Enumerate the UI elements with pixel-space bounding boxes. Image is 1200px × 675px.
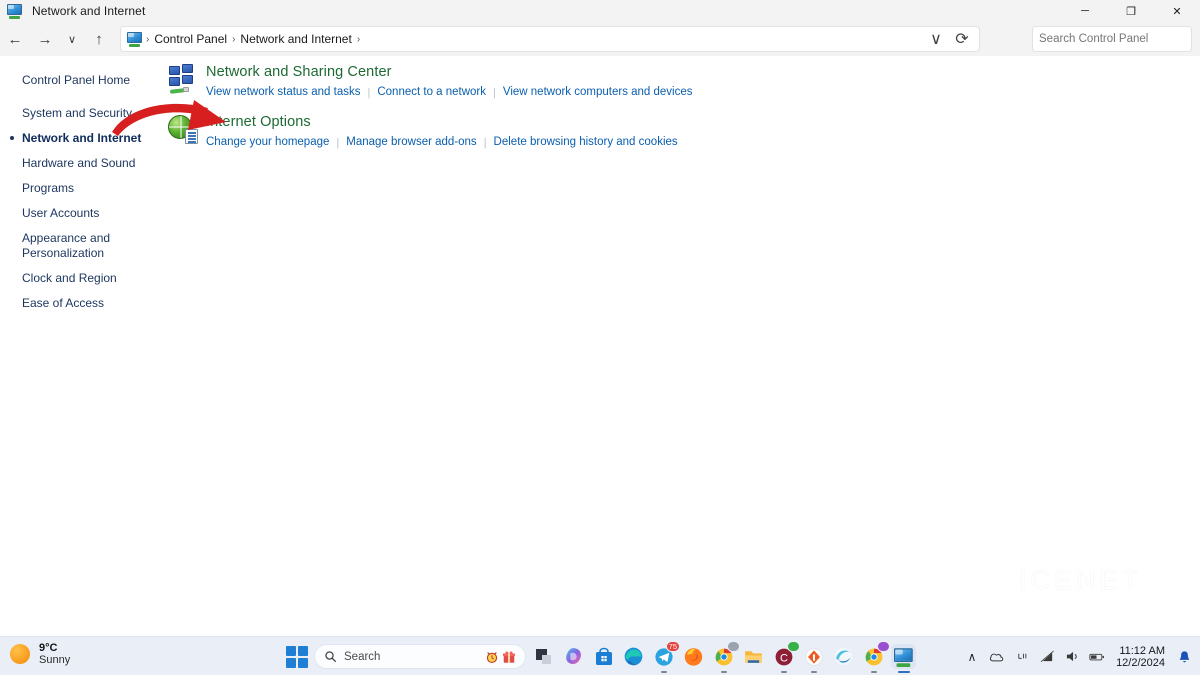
network-icon[interactable] bbox=[1039, 649, 1055, 665]
link-delete-browsing-history-and-cookies[interactable]: Delete browsing history and cookies bbox=[494, 135, 678, 150]
navigation-bar: ← → ∨ ↑ › Control Panel › Network and In… bbox=[0, 22, 1200, 56]
breadcrumb-item-control-panel[interactable]: Control Panel bbox=[150, 28, 231, 50]
clock-time: 11:12 AM bbox=[1116, 645, 1165, 657]
close-button[interactable]: ✕ bbox=[1154, 0, 1200, 22]
telegram-badge: 75 bbox=[666, 641, 680, 652]
alarm-clock-icon[interactable] bbox=[485, 650, 499, 664]
link-separator: | bbox=[477, 137, 494, 149]
search-icon bbox=[324, 650, 337, 663]
sidebar-item-control-panel-home[interactable]: Control Panel Home bbox=[0, 68, 165, 93]
sidebar-item-system-and-security[interactable]: System and Security bbox=[0, 101, 165, 126]
breadcrumb-control-panel-icon bbox=[127, 31, 143, 47]
minimize-button[interactable]: ─ bbox=[1062, 0, 1108, 22]
microsoft-edge-icon[interactable] bbox=[621, 644, 646, 669]
taskbar-center: Search bbox=[284, 637, 916, 675]
start-button[interactable] bbox=[284, 644, 309, 669]
recent-locations-button[interactable]: ∨ bbox=[60, 26, 84, 52]
sidebar-item-ease-of-access[interactable]: Ease of Access bbox=[0, 291, 165, 316]
address-bar[interactable]: › Control Panel › Network and Internet ›… bbox=[120, 26, 980, 52]
back-button[interactable]: ← bbox=[0, 26, 30, 52]
link-separator: | bbox=[329, 137, 346, 149]
refresh-icon[interactable]: ⟳ bbox=[949, 27, 975, 51]
copilot-icon[interactable] bbox=[561, 644, 586, 669]
sidebar-item-user-accounts[interactable]: User Accounts bbox=[0, 201, 165, 226]
telegram-icon[interactable]: 75 bbox=[651, 644, 676, 669]
link-separator: | bbox=[486, 87, 503, 99]
ccleaner-icon[interactable]: C bbox=[771, 644, 796, 669]
sidebar-item-clock-and-region[interactable]: Clock and Region bbox=[0, 266, 165, 291]
forward-button[interactable]: → bbox=[30, 26, 60, 52]
link-separator: | bbox=[360, 87, 377, 99]
n-shield-logo bbox=[963, 556, 1019, 604]
up-button[interactable]: ↑ bbox=[84, 26, 114, 52]
sidebar-item-network-and-internet[interactable]: Network and Internet bbox=[0, 126, 165, 151]
weather-condition: Sunny bbox=[39, 654, 70, 666]
edge-canary-icon[interactable] bbox=[831, 644, 856, 669]
category-internet-options: Internet Options Change your homepage | … bbox=[168, 112, 868, 150]
anydesk-icon[interactable] bbox=[801, 644, 826, 669]
sidebar-item-programs[interactable]: Programs bbox=[0, 176, 165, 201]
battery-icon[interactable] bbox=[1089, 649, 1105, 665]
breadcrumb-item-network-and-internet[interactable]: Network and Internet bbox=[236, 28, 355, 50]
chrome-secondary-icon[interactable] bbox=[861, 644, 886, 669]
bell-icon[interactable] bbox=[1176, 649, 1192, 665]
control-panel-icon bbox=[7, 3, 23, 19]
maximize-button[interactable]: ❐ bbox=[1108, 0, 1154, 22]
category-title-network-and-sharing-center[interactable]: Network and Sharing Center bbox=[206, 63, 693, 82]
control-panel-taskbar-icon[interactable] bbox=[891, 644, 916, 669]
sun-icon bbox=[10, 644, 30, 664]
watermark-text: ICENET bbox=[1019, 565, 1142, 596]
search-input[interactable] bbox=[1039, 33, 1193, 45]
chevron-down-icon[interactable]: ∨ bbox=[923, 27, 949, 51]
category-links: Change your homepage | Manage browser ad… bbox=[206, 135, 678, 150]
window-controls: ─ ❐ ✕ bbox=[1062, 0, 1200, 22]
taskbar-search-box[interactable]: Search bbox=[314, 644, 526, 669]
category-title-internet-options[interactable]: Internet Options bbox=[206, 113, 678, 132]
content-area: Control Panel Home System and Security N… bbox=[0, 56, 1200, 636]
tray-overflow-icon[interactable]: ∧ bbox=[964, 649, 980, 665]
sidebar-item-hardware-and-sound[interactable]: Hardware and Sound bbox=[0, 151, 165, 176]
address-bar-actions: ∨ ⟳ bbox=[923, 27, 975, 51]
watermark: ICENET bbox=[963, 556, 1142, 604]
category-links: View network status and tasks | Connect … bbox=[206, 85, 693, 100]
internet-options-icon bbox=[168, 114, 198, 144]
network-sharing-icon bbox=[168, 64, 198, 94]
sidebar: Control Panel Home System and Security N… bbox=[0, 56, 165, 316]
chrome-secondary-badge bbox=[877, 641, 890, 652]
sidebar-item-appearance-and-personalization[interactable]: Appearance and Personalization bbox=[0, 226, 120, 266]
search-control-panel-box[interactable] bbox=[1032, 26, 1192, 52]
title-bar: Network and Internet ─ ❐ ✕ bbox=[0, 0, 1200, 22]
weather-temperature: 9°C bbox=[39, 642, 70, 654]
gift-icon[interactable] bbox=[502, 650, 516, 664]
control-panel-window: Network and Internet ─ ❐ ✕ ← → ∨ ↑ › Con… bbox=[0, 0, 1200, 675]
category-list: Network and Sharing Center View network … bbox=[168, 62, 868, 162]
taskbar-search-label: Search bbox=[344, 651, 485, 663]
chrome-badge bbox=[727, 641, 740, 652]
link-manage-browser-add-ons[interactable]: Manage browser add-ons bbox=[346, 135, 476, 150]
category-network-and-sharing-center: Network and Sharing Center View network … bbox=[168, 62, 868, 100]
volume-icon[interactable] bbox=[1064, 649, 1080, 665]
window-title: Network and Internet bbox=[32, 4, 145, 18]
file-explorer-icon[interactable] bbox=[741, 644, 766, 669]
microsoft-store-icon[interactable] bbox=[591, 644, 616, 669]
taskbar: 9°C Sunny Search bbox=[0, 636, 1200, 675]
firefox-icon[interactable] bbox=[681, 644, 706, 669]
link-connect-to-a-network[interactable]: Connect to a network bbox=[377, 85, 486, 100]
weather-widget[interactable]: 9°C Sunny bbox=[10, 642, 70, 666]
breadcrumb-separator: › bbox=[356, 28, 361, 50]
link-view-network-status-and-tasks[interactable]: View network status and tasks bbox=[206, 85, 360, 100]
link-change-your-homepage[interactable]: Change your homepage bbox=[206, 135, 329, 150]
clock-date: 12/2/2024 bbox=[1116, 657, 1165, 669]
svg-text:C: C bbox=[780, 652, 788, 664]
cloud-icon[interactable] bbox=[989, 649, 1005, 665]
onedrive-icon[interactable] bbox=[1014, 649, 1030, 665]
clock[interactable]: 11:12 AM 12/2/2024 bbox=[1116, 645, 1165, 669]
system-tray: ∧ bbox=[964, 637, 1192, 675]
task-view-icon[interactable] bbox=[531, 644, 556, 669]
ccleaner-badge bbox=[787, 641, 800, 652]
google-chrome-icon[interactable] bbox=[711, 644, 736, 669]
link-view-network-computers-and-devices[interactable]: View network computers and devices bbox=[503, 85, 693, 100]
breadcrumb: › Control Panel › Network and Internet › bbox=[127, 27, 923, 51]
